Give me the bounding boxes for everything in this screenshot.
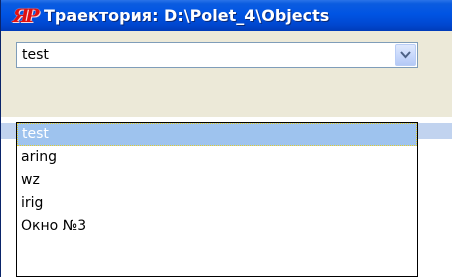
dropdown-item-okno-3[interactable]: Окно №3 [17, 215, 417, 238]
chevron-down-icon [400, 51, 411, 59]
window-title: Траектория: D:\Polet_4\Objects [44, 6, 330, 25]
dropdown-item-irig[interactable]: irig [17, 192, 417, 215]
dropdown-item-aring[interactable]: aring [17, 146, 417, 169]
dropdown-list: test aring wz irig Окно №3 [16, 122, 418, 277]
title-bar[interactable]: ЯР Траектория: D:\Polet_4\Objects [1, 0, 452, 31]
dropdown-button[interactable] [395, 44, 416, 66]
dropdown-item-test[interactable]: test [17, 123, 417, 146]
app-logo-icon: ЯР [12, 4, 39, 27]
combo-value: test [22, 47, 49, 63]
trajectory-select[interactable]: test [16, 42, 418, 68]
dropdown-item-wz[interactable]: wz [17, 169, 417, 192]
app-window: ЯР Траектория: D:\Polet_4\Objects test t… [0, 0, 452, 277]
